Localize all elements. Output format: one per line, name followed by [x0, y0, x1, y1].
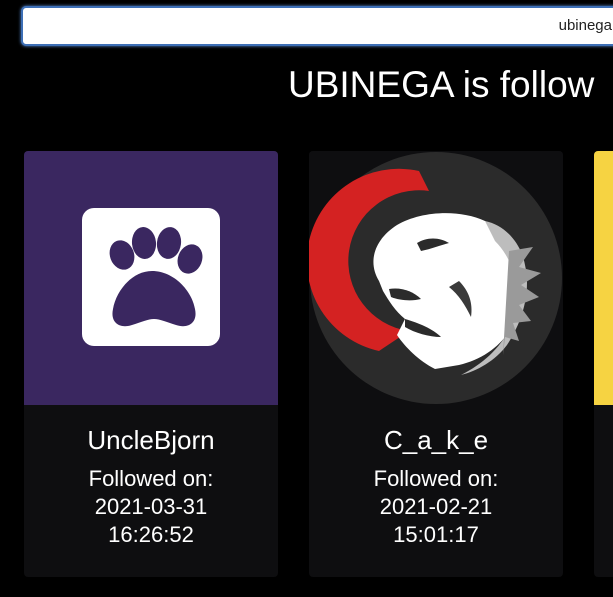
followed-date: 2021-03-31 — [94, 494, 208, 519]
channel-card[interactable]: C_a_k_e Followed on: 2021-02-21 15:01:17 — [309, 151, 563, 577]
avatar[interactable] — [309, 151, 563, 405]
page: UBINEGA is follow UncleBjorn Followed on… — [0, 0, 613, 597]
followed-label: Followed on: — [373, 466, 499, 491]
channel-card[interactable]: UncleBjorn Followed on: 2021-03-31 16:26… — [24, 151, 278, 577]
avatar[interactable] — [594, 151, 613, 405]
page-title: UBINEGA is follow — [288, 64, 595, 105]
channel-name[interactable]: C_a_k_e — [309, 423, 563, 457]
search-input[interactable] — [23, 8, 612, 44]
followed-time: 15:01:17 — [393, 522, 479, 547]
paw-icon — [82, 208, 220, 346]
search-box[interactable] — [21, 6, 613, 46]
followed-time: 16:26:52 — [108, 522, 194, 547]
followed-date: 2021-02-21 — [379, 494, 493, 519]
channel-name[interactable]: UncleBjorn — [24, 423, 278, 457]
lion-icon — [309, 151, 563, 405]
channel-card[interactable] — [594, 151, 613, 577]
avatar[interactable] — [24, 151, 278, 405]
followed-label: Followed on: — [88, 466, 214, 491]
